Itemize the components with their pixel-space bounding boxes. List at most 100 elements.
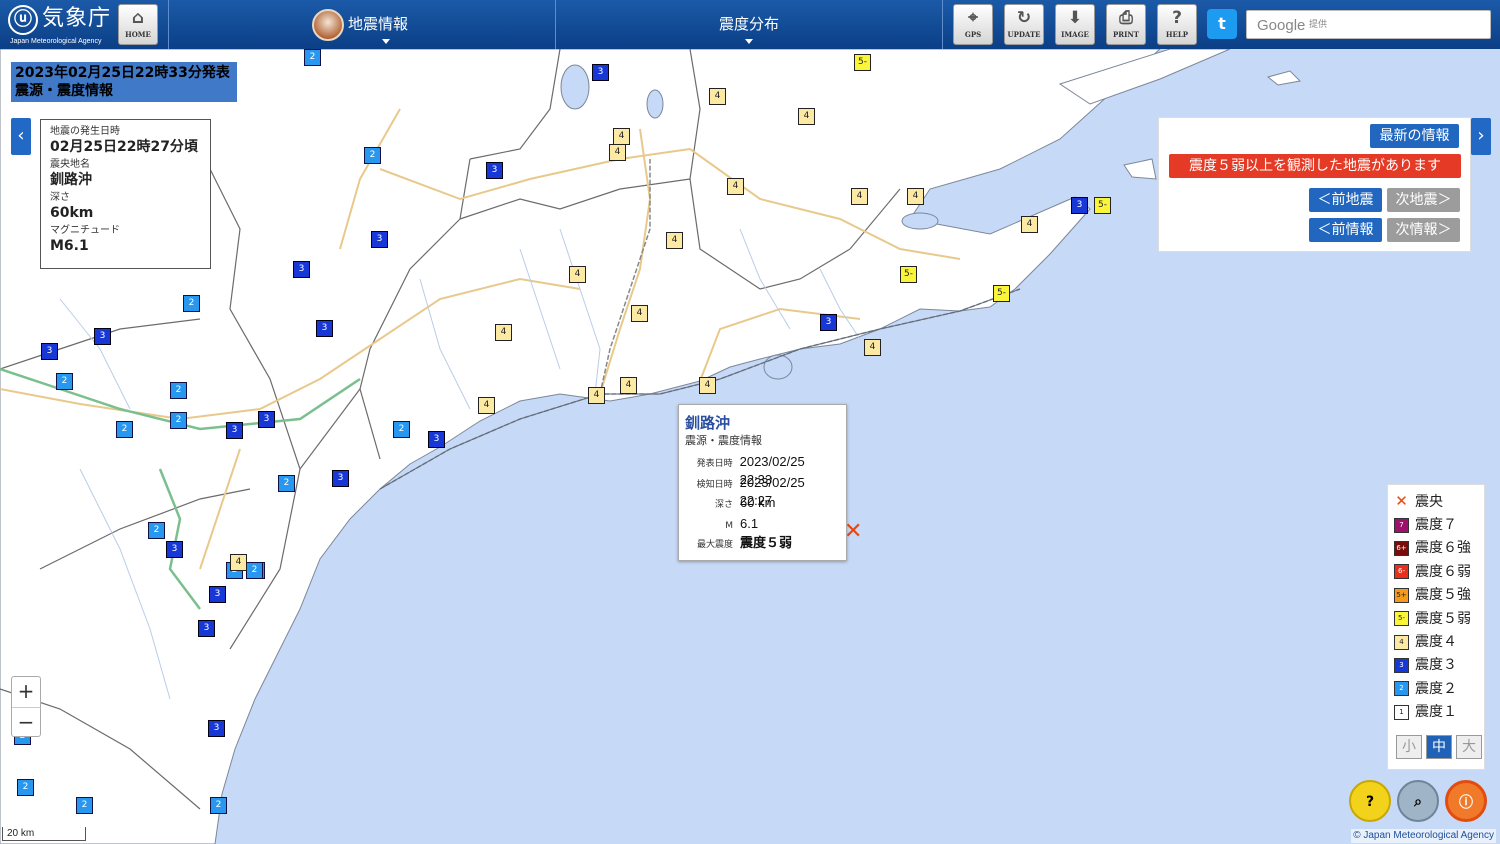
intensity-marker[interactable]: 3 [1071, 197, 1088, 214]
intensity-marker[interactable]: 5- [1094, 197, 1111, 214]
intensity-marker[interactable]: 4 [588, 387, 605, 404]
search-note: 提供 [1309, 20, 1328, 30]
info-book-button[interactable]: ⓘ [1445, 780, 1487, 822]
intensity-marker[interactable]: 3 [428, 431, 445, 448]
intensity-marker[interactable]: 3 [198, 620, 215, 637]
legend-label: 震度１ [1415, 704, 1457, 721]
size-small-button[interactable]: 小 [1396, 735, 1422, 759]
intensity-marker[interactable]: 5- [854, 54, 871, 71]
intensity-marker[interactable]: 2 [210, 797, 227, 814]
intensity-marker[interactable]: 3 [592, 64, 609, 81]
intensity-marker[interactable]: 4 [699, 377, 716, 394]
gps-button[interactable]: ⌖ GPS [953, 4, 993, 45]
prev-panel-arrow[interactable]: ‹ [11, 118, 31, 155]
legend-label: 震度５強 [1415, 587, 1471, 604]
intensity-marker[interactable]: 2 [56, 373, 73, 390]
legend-row: 5- 震度５弱 [1394, 607, 1478, 630]
intensity-marker[interactable]: 3 [208, 720, 225, 737]
size-large-button[interactable]: 大 [1456, 735, 1482, 759]
next-info-button[interactable]: 次情報＞ [1387, 218, 1460, 242]
next-quake-button[interactable]: 次地震＞ [1387, 188, 1460, 212]
intensity-marker[interactable]: 4 [727, 178, 744, 195]
magnitude-label: マグニチュード [50, 225, 120, 236]
legend-label: 震度２ [1415, 680, 1457, 697]
intensity-marker[interactable]: 4 [709, 88, 726, 105]
intensity-marker[interactable]: 2 [183, 295, 200, 312]
intensity-marker[interactable]: 4 [851, 188, 868, 205]
size-medium-button[interactable]: 中 [1426, 735, 1452, 759]
intensity-marker[interactable]: 4 [798, 108, 815, 125]
zoom-out-button[interactable]: − [12, 707, 40, 737]
legend-row: 4 震度４ [1394, 630, 1478, 653]
zoom-in-button[interactable]: + [12, 677, 40, 707]
intensity-marker[interactable]: 3 [332, 470, 349, 487]
print-label: PRINT [1113, 30, 1139, 39]
legend-row: 2 震度２ [1394, 677, 1478, 700]
intensity-marker[interactable]: 2 [17, 779, 34, 796]
jma-logo[interactable]: ⓤ 気象庁 Japan Meteorological Agency [6, 3, 112, 47]
intensity-marker[interactable]: 3 [258, 411, 275, 428]
print-button[interactable]: ⎙ PRINT [1106, 4, 1146, 45]
search-input[interactable]: Google 提供 [1246, 10, 1491, 39]
prev-info-button[interactable]: ＜前情報 [1309, 218, 1382, 242]
more-button[interactable]: ⌕ [1397, 780, 1439, 822]
update-icon: ↻ [1016, 8, 1032, 28]
intensity-marker[interactable]: 2 [170, 412, 187, 429]
intensity-marker[interactable]: 5- [993, 285, 1010, 302]
row-value: 震度５弱 [740, 536, 793, 551]
intensity-marker[interactable]: 4 [620, 377, 637, 394]
row-value: 60 km [740, 495, 776, 510]
intensity-marker[interactable]: 3 [371, 231, 388, 248]
intensity-marker[interactable]: 4 [907, 188, 924, 205]
row-key: 発表日時 [696, 459, 733, 469]
home-label: HOME [125, 30, 151, 39]
intensity-marker[interactable]: 3 [166, 541, 183, 558]
intensity-marker[interactable]: 2 [278, 475, 295, 492]
intensity-marker[interactable]: 2 [170, 382, 187, 399]
menu-quake-info[interactable]: 地震情報 [348, 0, 418, 49]
popup-subtitle: 震源・震度情報 [685, 434, 762, 447]
guide-button[interactable]: ? [1349, 780, 1391, 822]
intensity-marker[interactable]: 2 [393, 421, 410, 438]
intensity-marker[interactable]: 4 [1021, 216, 1038, 233]
help-icon: ? [1172, 8, 1182, 28]
help-button[interactable]: ? HELP [1157, 4, 1197, 45]
intensity-marker[interactable]: 4 [864, 339, 881, 356]
legend-label: 震度６弱 [1415, 563, 1471, 580]
intensity-marker[interactable]: 2 [116, 421, 133, 438]
zoom-control: + − [11, 676, 41, 737]
menu-intensity-distribution[interactable]: 震度分布 [556, 0, 942, 49]
twitter-icon[interactable]: t [1207, 9, 1237, 39]
intensity-marker[interactable]: 3 [226, 422, 243, 439]
intensity-marker[interactable]: 3 [209, 586, 226, 603]
update-button[interactable]: ↻ UPDATE [1004, 4, 1044, 45]
intensity-marker[interactable]: 3 [94, 328, 111, 345]
next-panel-arrow[interactable]: › [1471, 118, 1491, 155]
intensity-marker[interactable]: 4 [478, 397, 495, 414]
intensity-marker[interactable]: 3 [293, 261, 310, 278]
intensity-marker[interactable]: 2 [246, 562, 263, 579]
strong-quake-alert[interactable]: 震度５弱以上を観測した地震があります [1169, 154, 1461, 178]
image-download-button[interactable]: ⬇ IMAGE [1055, 4, 1095, 45]
intensity-marker[interactable]: 4 [613, 128, 630, 145]
home-button[interactable]: ⌂ HOME [118, 4, 158, 45]
intensity-marker[interactable]: 2 [304, 49, 321, 66]
intensity-marker[interactable]: 4 [609, 144, 626, 161]
intensity-marker[interactable]: 2 [76, 797, 93, 814]
intensity-marker[interactable]: 5- [900, 266, 917, 283]
intensity-legend: ✕ 震央 7 震度７ 6+ 震度６強 6- 震度６弱 5+ 震度５強 5- 震度５弱 4 震度４ 3 震度… [1387, 484, 1485, 770]
intensity-marker[interactable]: 3 [316, 320, 333, 337]
latest-info-button[interactable]: 最新の情報 [1370, 124, 1459, 148]
intensity-marker[interactable]: 3 [41, 343, 58, 360]
intensity-marker[interactable]: 3 [486, 162, 503, 179]
intensity-marker[interactable]: 3 [820, 314, 837, 331]
intensity-marker[interactable]: 4 [666, 232, 683, 249]
legend-row: 3 震度３ [1394, 654, 1478, 677]
intensity-marker[interactable]: 2 [364, 147, 381, 164]
prev-quake-button[interactable]: ＜前地震 [1309, 188, 1382, 212]
intensity-marker[interactable]: 4 [230, 554, 247, 571]
intensity-marker[interactable]: 4 [631, 305, 648, 322]
intensity-marker[interactable]: 4 [495, 324, 512, 341]
intensity-marker[interactable]: 2 [148, 522, 165, 539]
intensity-marker[interactable]: 4 [569, 266, 586, 283]
